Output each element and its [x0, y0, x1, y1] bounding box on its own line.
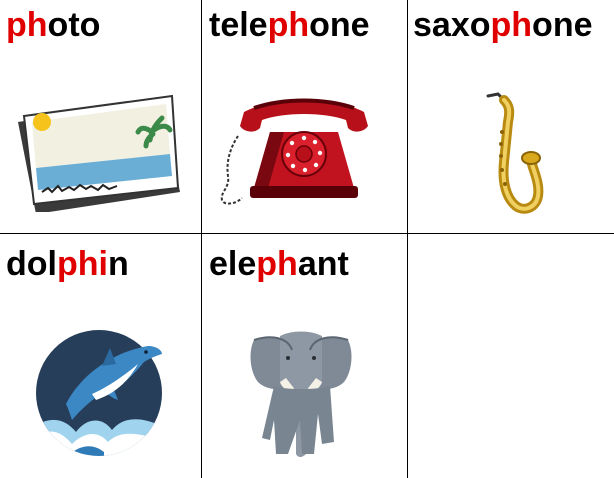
photo-icon	[18, 94, 180, 212]
telephone-icon	[220, 98, 368, 205]
word-label: photo	[6, 6, 101, 44]
grid-divider	[201, 0, 202, 478]
word-label: dolphin	[6, 245, 129, 283]
word-label: telephone	[209, 6, 370, 44]
saxophone-icon	[486, 92, 544, 214]
word-label: elephant	[209, 245, 349, 283]
word-card-grid: photo telephone saxophone dolphin elepha…	[0, 0, 614, 478]
dolphin-icon	[36, 330, 162, 456]
grid-divider	[0, 233, 614, 234]
grid-divider	[407, 0, 408, 478]
elephant-icon	[250, 331, 352, 457]
word-label: saxophone	[413, 6, 593, 44]
